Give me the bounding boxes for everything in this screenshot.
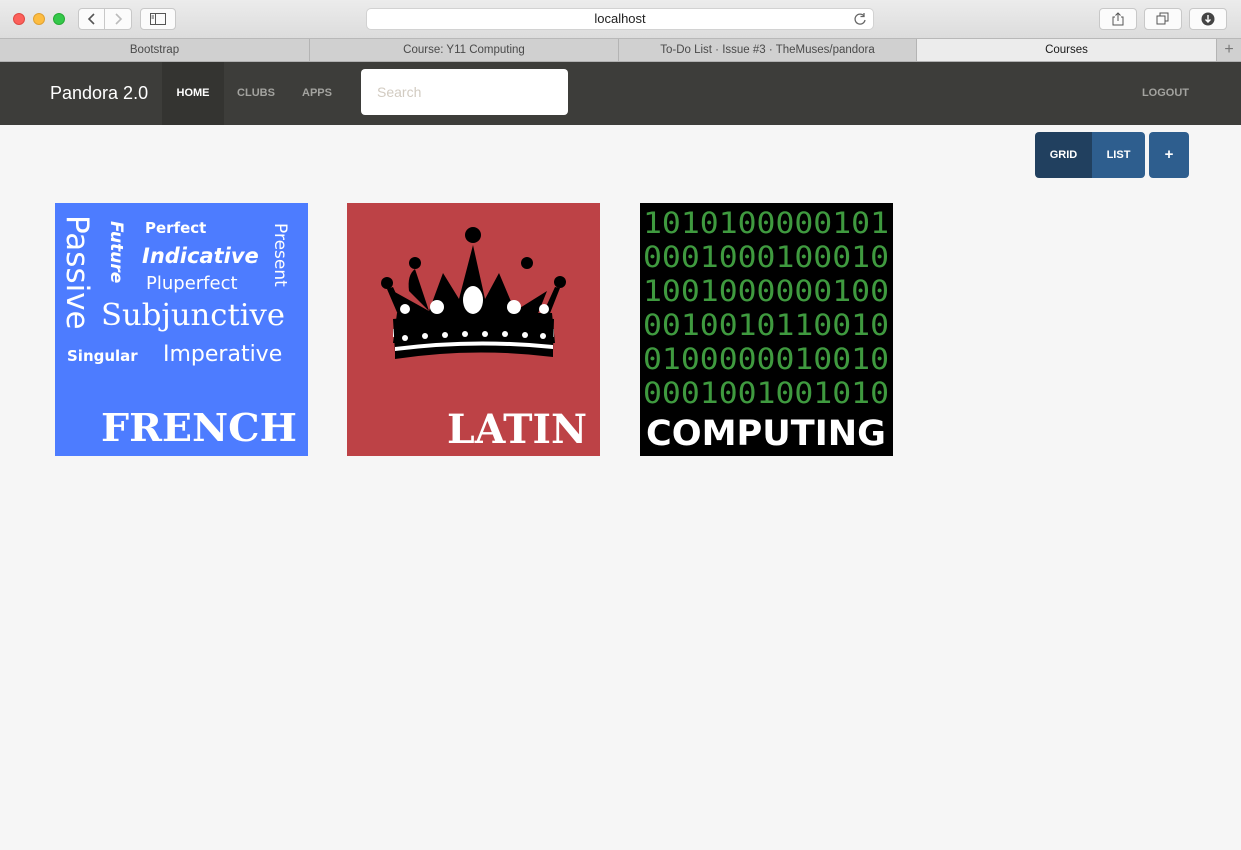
word-indicative: Indicative: [142, 244, 259, 268]
word-singular: Singular: [67, 347, 138, 365]
share-icon: [1112, 12, 1124, 26]
binary-row: 0001001001010: [643, 376, 889, 410]
logout-link[interactable]: LOGOUT: [1142, 62, 1189, 125]
tabs-overview-button[interactable]: [1144, 8, 1182, 30]
sidebar-toggle-button[interactable]: [140, 8, 176, 30]
browser-tab-active[interactable]: Courses: [917, 39, 1217, 61]
chevron-left-icon: [87, 13, 95, 25]
url-text: localhost: [594, 11, 646, 26]
browser-tab-bar: Bootstrap Course: Y11 Computing To-Do Li…: [0, 38, 1241, 62]
browser-tab[interactable]: Bootstrap: [0, 39, 310, 61]
sidebar-icon: [150, 13, 166, 25]
word-pluperfect: Pluperfect: [146, 273, 238, 294]
word-passive: Passive: [59, 215, 95, 330]
download-icon: [1201, 12, 1215, 26]
brand-logo[interactable]: Pandora 2.0: [50, 62, 148, 125]
word-imperative: Imperative: [163, 342, 282, 367]
course-title-french: FRENCH: [101, 405, 297, 450]
word-subjunctive: Subjunctive: [101, 298, 285, 333]
course-tile-latin[interactable]: LATIN: [347, 203, 600, 456]
browser-tab[interactable]: To-Do List · Issue #3 · TheMuses/pandora: [619, 39, 917, 61]
add-course-button[interactable]: +: [1149, 132, 1189, 178]
address-bar[interactable]: localhost: [366, 8, 874, 30]
view-toggle: GRID LIST: [1035, 132, 1145, 178]
binary-row: 0001000100010: [643, 240, 889, 274]
close-window-button[interactable]: [13, 13, 25, 25]
grid-view-button[interactable]: GRID: [1035, 132, 1092, 178]
course-title-computing: COMPUTING: [646, 414, 886, 454]
binary-row: 0100000010010: [643, 342, 889, 376]
app-navbar: Pandora 2.0 HOME CLUBS APPS LOGOUT: [0, 62, 1241, 125]
binary-row: 0010010110010: [643, 308, 889, 342]
search-input[interactable]: [361, 69, 568, 115]
list-view-button[interactable]: LIST: [1092, 132, 1145, 178]
word-present: Present: [270, 223, 290, 287]
reload-icon[interactable]: [853, 12, 867, 26]
browser-titlebar: localhost: [0, 0, 1241, 38]
back-button[interactable]: [78, 8, 105, 30]
computing-course-image: 1010100000101 0001000100010 100100000010…: [640, 203, 893, 456]
chevron-right-icon: [115, 13, 123, 25]
word-perfect: Perfect: [145, 219, 206, 237]
latin-course-image: LATIN: [347, 203, 600, 456]
nav-clubs[interactable]: CLUBS: [227, 62, 285, 125]
share-button[interactable]: [1099, 8, 1137, 30]
tabs-icon: [1156, 12, 1169, 25]
zoom-window-button[interactable]: [53, 13, 65, 25]
binary-row: 1010100000101: [643, 206, 889, 240]
nav-apps[interactable]: APPS: [290, 62, 344, 125]
course-title-latin: LATIN: [447, 406, 587, 453]
course-tile-french[interactable]: Passive Future Perfect Indicative Presen…: [55, 203, 308, 456]
new-tab-button[interactable]: +: [1217, 39, 1241, 61]
minimize-window-button[interactable]: [33, 13, 45, 25]
course-tile-computing[interactable]: 1010100000101 0001000100010 100100000010…: [640, 203, 893, 456]
browser-tab[interactable]: Course: Y11 Computing: [310, 39, 619, 61]
downloads-button[interactable]: [1189, 8, 1227, 30]
binary-row: 1001000000100: [643, 274, 889, 308]
word-future: Future: [106, 221, 126, 283]
nav-home[interactable]: HOME: [162, 62, 224, 125]
french-course-image: Passive Future Perfect Indicative Presen…: [55, 203, 308, 456]
forward-button[interactable]: [105, 8, 132, 30]
